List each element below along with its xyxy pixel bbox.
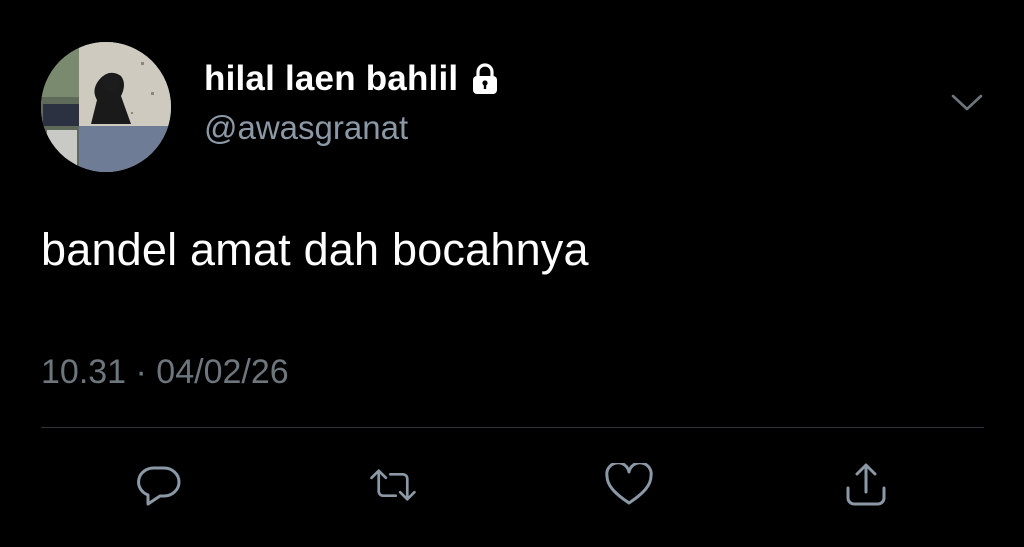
heart-icon xyxy=(605,463,653,505)
user-handle[interactable]: @awasgranat xyxy=(204,108,408,148)
retweet-button[interactable] xyxy=(368,460,418,510)
comment-icon xyxy=(137,466,181,506)
share-button[interactable] xyxy=(841,460,891,510)
lock-icon xyxy=(473,63,498,94)
reply-button[interactable] xyxy=(134,460,184,510)
timestamp[interactable]: 10.31 · 04/02/26 xyxy=(41,350,289,394)
display-name-text: hilal laen bahlil xyxy=(204,59,459,98)
share-icon xyxy=(846,463,886,506)
avatar-image xyxy=(41,42,171,172)
avatar[interactable] xyxy=(41,42,171,172)
like-button[interactable] xyxy=(604,460,654,510)
tweet-card: hilal laen bahlil @awasgranat bandel ama… xyxy=(0,0,1024,547)
chevron-down-icon[interactable] xyxy=(950,92,984,112)
divider xyxy=(41,427,984,428)
retweet-icon xyxy=(370,469,416,501)
tweet-text: bandel amat dah bocahnya xyxy=(41,224,589,275)
display-name[interactable]: hilal laen bahlil xyxy=(204,58,500,100)
